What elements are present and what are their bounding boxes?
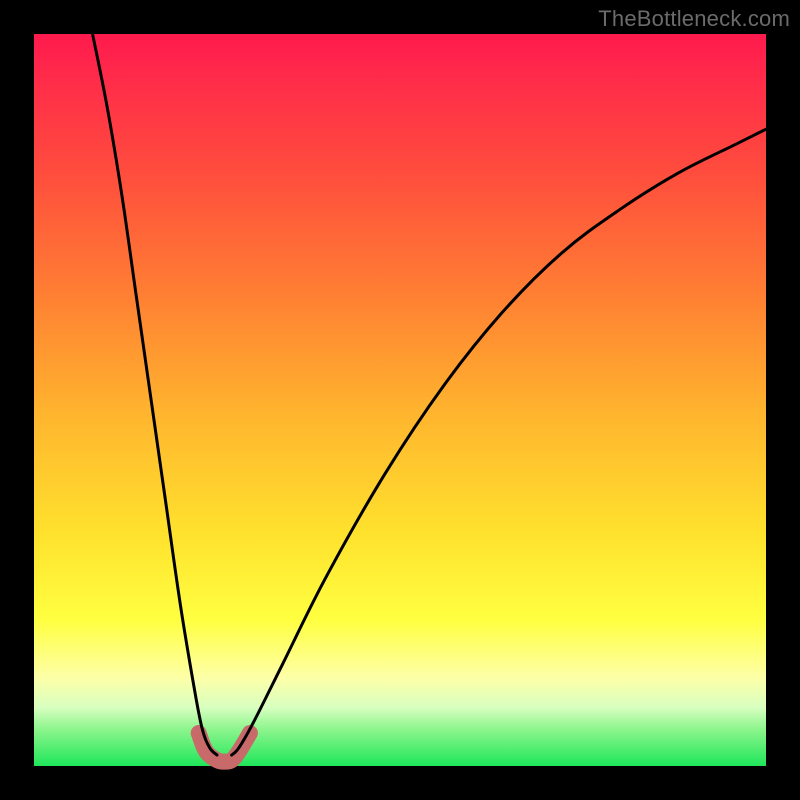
right-arm-curve (232, 129, 766, 755)
watermark-text: TheBottleneck.com (598, 6, 790, 32)
chart-frame: TheBottleneck.com (0, 0, 800, 800)
left-arm-curve (93, 34, 217, 755)
chart-svg (34, 34, 766, 766)
curve-layer (93, 34, 766, 762)
